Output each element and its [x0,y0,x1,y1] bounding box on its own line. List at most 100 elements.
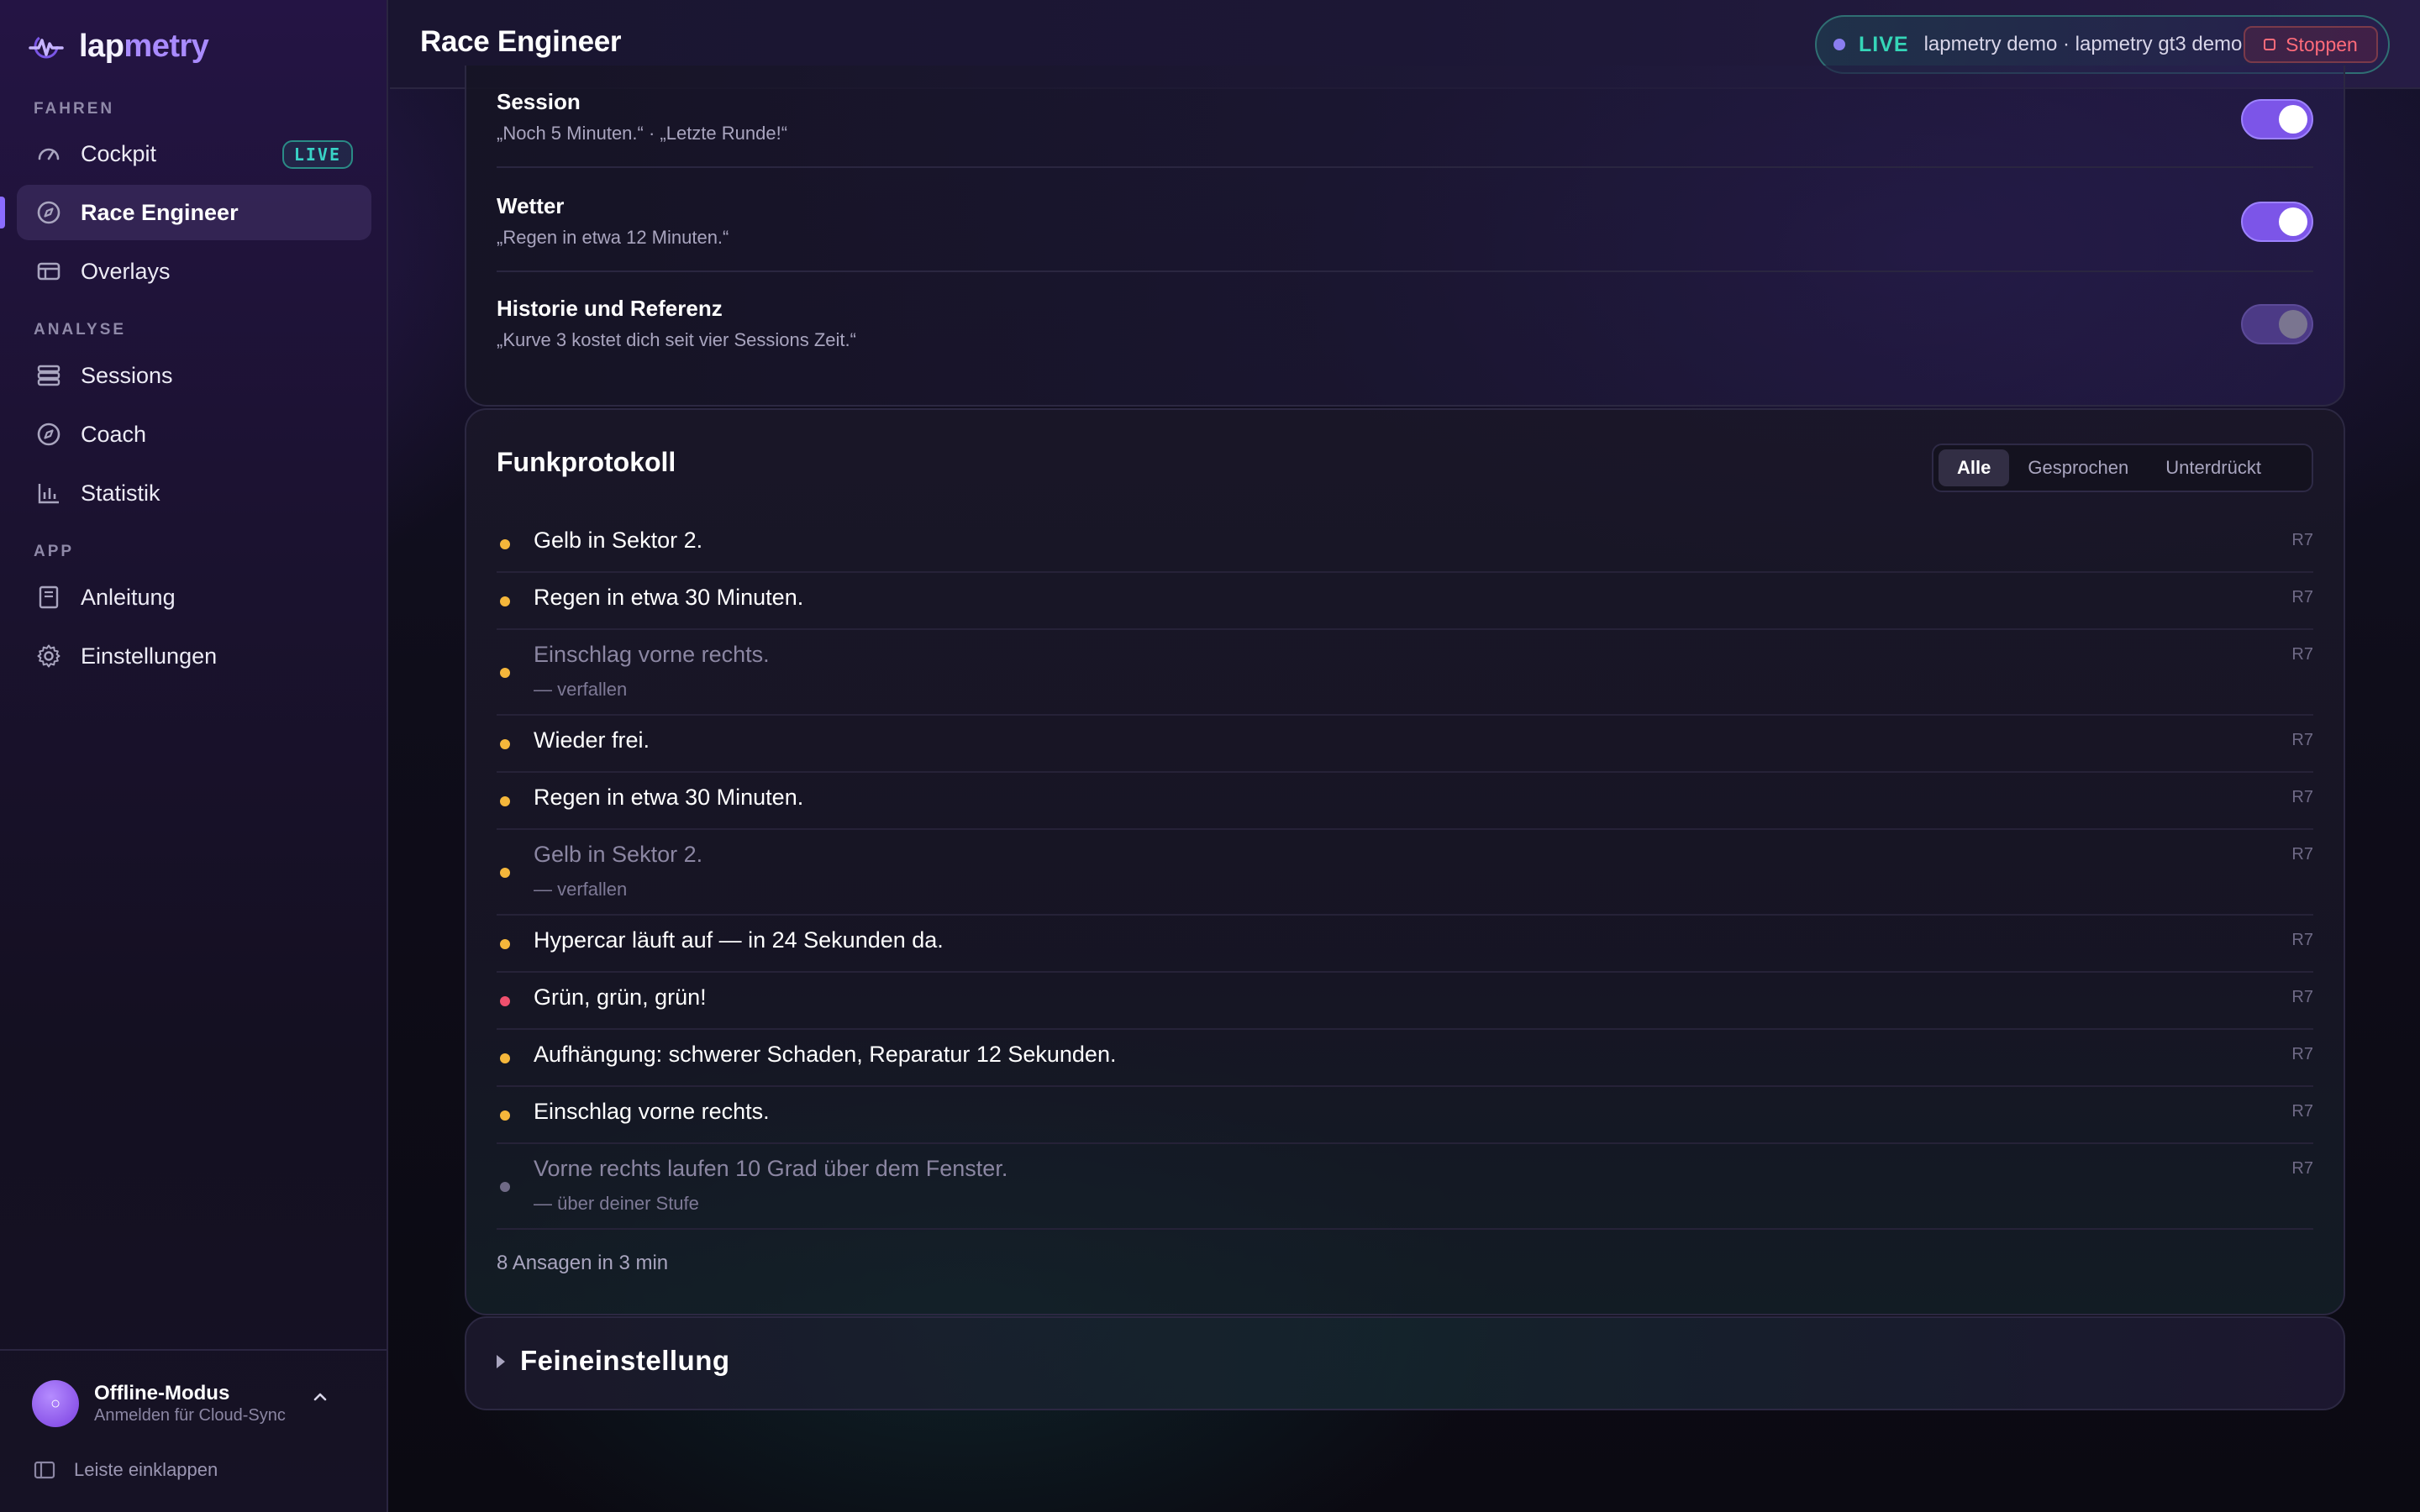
toggle-row-wetter: Wetter „Regen in etwa 12 Minuten.“ [497,170,2313,272]
toggle-title: Historie und Referenz [497,296,723,321]
compass-icon [35,199,62,226]
log-round-tag: R7 [2291,788,2313,806]
sidebar-item-label: Overlays [81,258,171,284]
book-icon [35,584,62,611]
sidebar-item-einstellungen[interactable]: Einstellungen [17,628,371,684]
page-title: Race Engineer [420,25,622,58]
log-round-tag: R7 [2291,731,2313,749]
log-entry: Wieder frei. R7 [497,716,2313,773]
sidebar-item-label: Race Engineer [81,199,239,225]
live-label: LIVE [1859,32,1909,56]
toggle-row-historie: Historie und Referenz „Kurve 3 kostet di… [497,272,2313,375]
log-message: Gelb in Sektor 2. [534,528,703,553]
user-subtitle: Anmelden für Cloud-Sync [94,1406,286,1425]
stop-icon [2264,39,2276,50]
overlay-icon [35,258,62,285]
radio-log-title: Funkprotokoll [497,447,676,477]
log-status-note: — verfallen [534,679,628,700]
collapse-sidebar-button[interactable]: Leiste einklappen [34,1459,218,1481]
session-name: lapmetry demo · lapmetry gt3 demo [1923,33,2243,55]
log-status-note: — verfallen [534,879,628,900]
section-label-fahren: FAHREN [34,100,115,118]
toggle-title: Session [497,89,581,114]
status-dot-icon [500,539,510,549]
log-message: Wieder frei. [534,727,650,753]
sidebar-item-race-engineer[interactable]: Race Engineer [17,185,371,240]
log-round-tag: R7 [2291,588,2313,606]
log-entry: Hypercar läuft auf — in 24 Sekunden da. R… [497,916,2313,973]
sidebar-item-label: Sessions [81,362,173,388]
log-entry: Regen in etwa 30 Minuten. R7 [497,573,2313,630]
status-dot-icon [500,1053,510,1063]
radio-log-list: Gelb in Sektor 2. R7 Regen in etwa 30 Minu… [497,516,2313,1230]
sidebar-item-sessions[interactable]: Sessions [17,348,371,403]
live-badge: LIVE [281,140,353,169]
log-message: Einschlag vorne rechts. [534,1099,770,1124]
stop-button[interactable]: Stoppen [2244,26,2378,63]
log-entry: Vorne rechts laufen 10 Grad über dem Fen… [497,1144,2313,1230]
stack-icon [35,362,62,389]
log-entry: Regen in etwa 30 Minuten. R7 [497,773,2313,830]
sidebar-item-cockpit[interactable]: Cockpit LIVE [17,126,371,181]
log-message: Hypercar läuft auf — in 24 Sekunden da. [534,927,944,953]
toggle-title: Wetter [497,193,565,218]
chevron-up-icon[interactable] [309,1386,331,1408]
sidebar-item-coach[interactable]: Coach [17,407,371,462]
sidebar-item-statistik[interactable]: Statistik [17,465,371,521]
log-round-tag: R7 [2291,845,2313,864]
toggle-description: „Regen in etwa 12 Minuten.“ [497,227,729,248]
stop-label: Stoppen [2286,33,2358,55]
log-message: Aufhängung: schwerer Schaden, Reparatur … [534,1042,1117,1067]
log-entry: Aufhängung: schwerer Schaden, Reparatur … [497,1030,2313,1087]
status-dot-icon [500,796,510,806]
wetter-toggle-switch[interactable] [2241,202,2313,242]
avatar[interactable]: ○ [32,1380,79,1427]
collapse-label: Leiste einklappen [74,1459,218,1480]
log-round-tag: R7 [2291,1045,2313,1063]
filter-alle[interactable]: Alle [1939,449,2010,486]
log-message: Vorne rechts laufen 10 Grad über dem Fen… [534,1156,1008,1181]
toggle-row-session: Session „Noch 5 Minuten.“ · „Letzte Rund… [497,66,2313,168]
sidebar-item-overlays[interactable]: Overlays [17,244,371,299]
status-dot-icon [500,868,510,878]
filter-unterdrueckt[interactable]: Unterdrückt [2147,449,2280,486]
sidebar-item-anleitung[interactable]: Anleitung [17,570,371,625]
user-name[interactable]: Offline-Modus [94,1382,229,1405]
sidebar-item-label: Statistik [81,480,160,506]
brand[interactable]: lapmetry [29,24,209,69]
log-message: Regen in etwa 30 Minuten. [534,785,804,810]
log-entry: Grün, grün, grün! R7 [497,973,2313,1030]
log-round-tag: R7 [2291,988,2313,1006]
filter-gesprochen[interactable]: Gesprochen [2009,449,2147,486]
log-entry: Einschlag vorne rechts. R7 — verfallen [497,630,2313,716]
log-round-tag: R7 [2291,1102,2313,1121]
switch-knob [2279,105,2307,134]
bar-chart-icon [35,480,62,507]
log-message: Grün, grün, grün! [534,984,707,1010]
gear-icon [35,643,62,669]
toggle-description: „Noch 5 Minuten.“ · „Letzte Runde!“ [497,123,788,144]
log-message: Einschlag vorne rechts. [534,642,770,667]
log-entry: Gelb in Sektor 2. R7 — verfallen [497,830,2313,916]
sidebar-item-label: Anleitung [81,584,176,610]
status-dot-icon [500,596,510,606]
fine-tuning-title: Feineinstellung [520,1345,730,1376]
toggle-description: „Kurve 3 kostet dich seit vier Sessions … [497,329,856,350]
log-round-tag: R7 [2291,531,2313,549]
live-dot-icon [1833,39,1845,50]
log-message: Gelb in Sektor 2. [534,842,703,867]
radio-log-card: Funkprotokoll Alle Gesprochen Unterdrück… [465,408,2345,1315]
announcement-toggles-card: Session „Noch 5 Minuten.“ · „Letzte Rund… [465,66,2345,407]
session-toggle-switch[interactable] [2241,99,2313,139]
section-label-app: APP [34,543,75,560]
sidebar-divider [0,1349,388,1351]
section-label-analyse: ANALYSE [34,321,127,339]
pulse-logo-icon [29,34,64,59]
sidebar-panel-icon [34,1461,55,1479]
log-message: Regen in etwa 30 Minuten. [534,585,804,610]
caret-right-icon [497,1355,505,1368]
active-indicator [0,197,5,228]
log-entry: Gelb in Sektor 2. R7 [497,516,2313,573]
fine-tuning-card[interactable]: Feineinstellung [465,1316,2345,1410]
historie-toggle-switch[interactable] [2241,304,2313,344]
